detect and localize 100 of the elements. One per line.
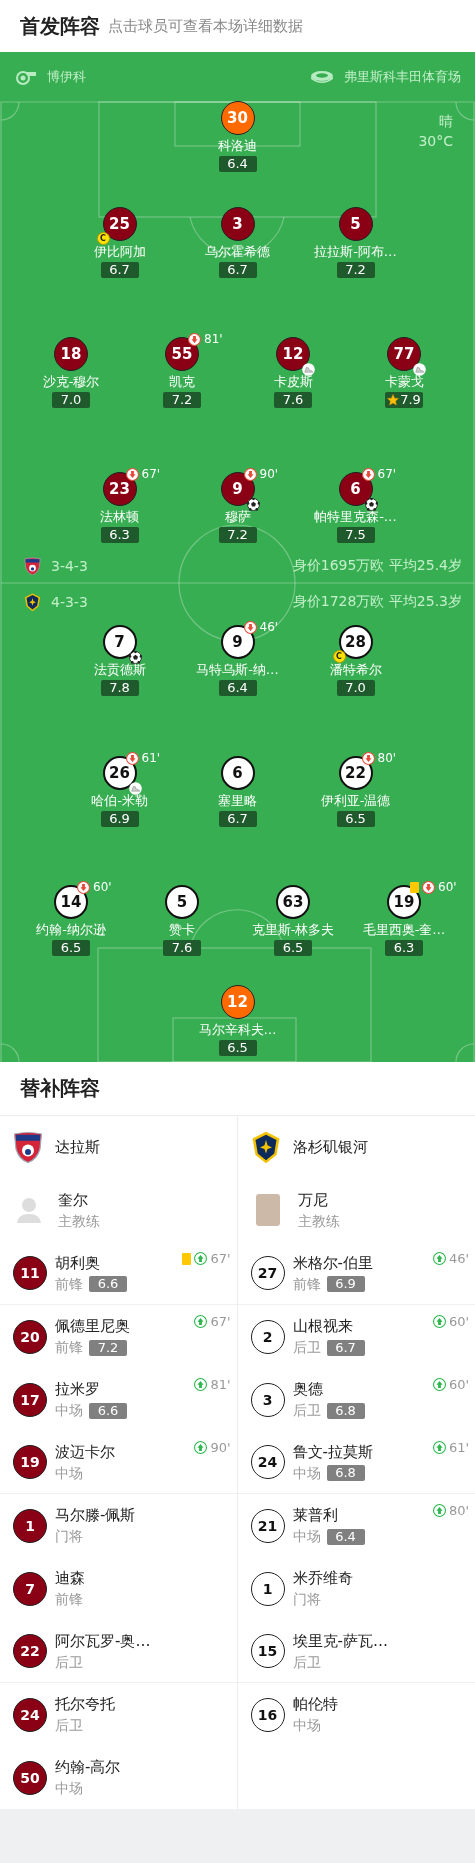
boot-icon	[302, 363, 315, 376]
player-name: 穆萨	[224, 508, 251, 526]
player-number-badge[interactable]: 3	[220, 207, 255, 241]
player-position: 中场	[55, 1402, 83, 1419]
coach-name: 奎尔	[58, 1190, 89, 1209]
soccer-ball-icon	[364, 498, 378, 511]
player-rating: 6.6	[89, 1276, 127, 1292]
substitution-minute: 61'	[448, 1440, 469, 1455]
player-number-badge[interactable]: 23	[102, 472, 137, 506]
team-logo	[24, 592, 41, 612]
coach-name: 万尼	[297, 1190, 329, 1209]
player-name: 拉米罗	[55, 1380, 101, 1398]
player-name: 科洛迪	[218, 137, 257, 155]
player-name: 卡皮斯	[273, 373, 313, 391]
player-name: 帕伦特	[292, 1695, 338, 1713]
player-position: 门将	[292, 1591, 321, 1608]
player-number-badge[interactable]: 7	[102, 625, 137, 659]
player-number-badge[interactable]: 11	[13, 1256, 47, 1290]
corner-arc	[0, 101, 20, 121]
temperature: 30°C	[418, 132, 453, 150]
team-logo	[24, 556, 41, 576]
player-number-badge[interactable]: 15	[250, 1634, 285, 1668]
corner-arc	[455, 1043, 475, 1062]
player-number-badge[interactable]: 16	[250, 1697, 285, 1732]
player-rating: 6.5	[336, 811, 375, 827]
team-logo	[13, 1130, 43, 1164]
player-position: 前锋	[55, 1275, 83, 1293]
player-number-badge[interactable]: 3	[250, 1382, 285, 1417]
player-number-badge[interactable]: 18	[54, 337, 88, 371]
player-rating: 6.6	[89, 1402, 127, 1419]
player-number-badge[interactable]: 1	[250, 1571, 285, 1606]
player-number-badge[interactable]: 24	[13, 1697, 47, 1732]
player-name: 迪森	[55, 1569, 85, 1587]
player-rating: 7.2	[163, 392, 201, 408]
player-rating: 6.7	[326, 1339, 365, 1356]
player-name: 伊利亚-温德	[320, 792, 391, 810]
player-number-badge[interactable]: 1	[13, 1508, 47, 1543]
substitution-minute: 80'	[448, 1503, 469, 1518]
player-rating: 7.2	[336, 262, 375, 278]
substitution-minute: 60'	[448, 1377, 469, 1392]
player-number-badge[interactable]: 17	[13, 1382, 47, 1417]
formation: 4-3-3	[51, 594, 88, 610]
substitution-off-icon	[125, 751, 139, 765]
team-name: 洛杉矶银河	[292, 1137, 368, 1157]
corner-arc	[0, 1043, 20, 1062]
player-name: 伊比阿加	[93, 243, 146, 261]
player-name: 哈伯-米勒	[91, 792, 148, 810]
player-number-badge[interactable]: 5	[338, 207, 373, 241]
player-number-badge[interactable]: 77	[387, 337, 421, 371]
stadium-name: 弗里斯科丰田体育场	[344, 67, 461, 86]
substitution-minute: 67'	[210, 1251, 231, 1266]
player-name: 帕特里克森-…	[314, 508, 397, 526]
substitution-minute: 60'	[93, 880, 112, 894]
player-number-badge[interactable]: 7	[13, 1571, 47, 1606]
soccer-ball-icon	[128, 651, 142, 664]
player-number-badge[interactable]: 9	[220, 625, 255, 659]
substitution-off-icon	[125, 467, 139, 481]
player-number-badge[interactable]: 19	[13, 1445, 47, 1479]
player-number-badge[interactable]: 21	[250, 1508, 285, 1543]
captain-badge: C	[332, 650, 346, 663]
team-value-info: 身价1695万欧 平均25.4岁	[292, 557, 462, 575]
player-number-badge[interactable]: 50	[13, 1760, 47, 1795]
substitution-on-icon	[432, 1252, 446, 1265]
substitution-minute: 46'	[259, 620, 279, 634]
player-name: 米格尔-伯里	[292, 1253, 373, 1272]
substitution-minute: 60'	[448, 1314, 469, 1329]
player-number-badge[interactable]: 2	[250, 1319, 285, 1354]
player-rating: 7.0	[336, 680, 375, 696]
formation: 3-4-3	[51, 558, 88, 574]
player-number-badge[interactable]: 24	[250, 1445, 285, 1479]
player-number-badge[interactable]: 14	[54, 885, 88, 919]
player-number-badge[interactable]: 63	[276, 885, 310, 919]
player-name: 潘特希尔	[329, 661, 382, 679]
substitution-off-icon	[361, 751, 375, 765]
player-number-badge[interactable]: 5	[165, 885, 199, 919]
player-name: 马尔辛科夫…	[198, 1021, 277, 1039]
player-rating: 7.9	[385, 392, 423, 408]
player-number-badge[interactable]: 22	[338, 756, 373, 790]
substitution-off-icon	[422, 880, 435, 894]
player-name: 拉拉斯-阿布…	[314, 243, 397, 261]
player-rating: 6.4	[218, 156, 257, 172]
player-rating: 6.7	[100, 262, 139, 278]
player-name: 佩德里尼奥	[55, 1317, 130, 1335]
player-number-badge[interactable]: 27	[250, 1256, 285, 1290]
boot-icon	[413, 363, 426, 376]
substitution-on-icon	[194, 1378, 208, 1391]
substitution-minute: 81'	[210, 1377, 231, 1392]
player-number-badge[interactable]: 22	[13, 1634, 47, 1668]
player-name: 法贡德斯	[93, 661, 146, 679]
player-number-badge[interactable]: 19	[387, 885, 421, 919]
player-number-badge[interactable]: 20	[13, 1319, 47, 1354]
player-name: 托尔夸托	[55, 1695, 115, 1713]
player-position: 前锋	[292, 1275, 321, 1293]
player-number-badge[interactable]: 12	[276, 337, 310, 371]
substitution-off-icon	[243, 620, 257, 634]
player-number-badge[interactable]: 6	[220, 756, 255, 790]
player-number-badge[interactable]: 55	[165, 337, 199, 371]
coach-role: 主教练	[297, 1212, 340, 1230]
team-logo	[250, 1130, 281, 1164]
player-position: 后卫	[292, 1653, 321, 1671]
